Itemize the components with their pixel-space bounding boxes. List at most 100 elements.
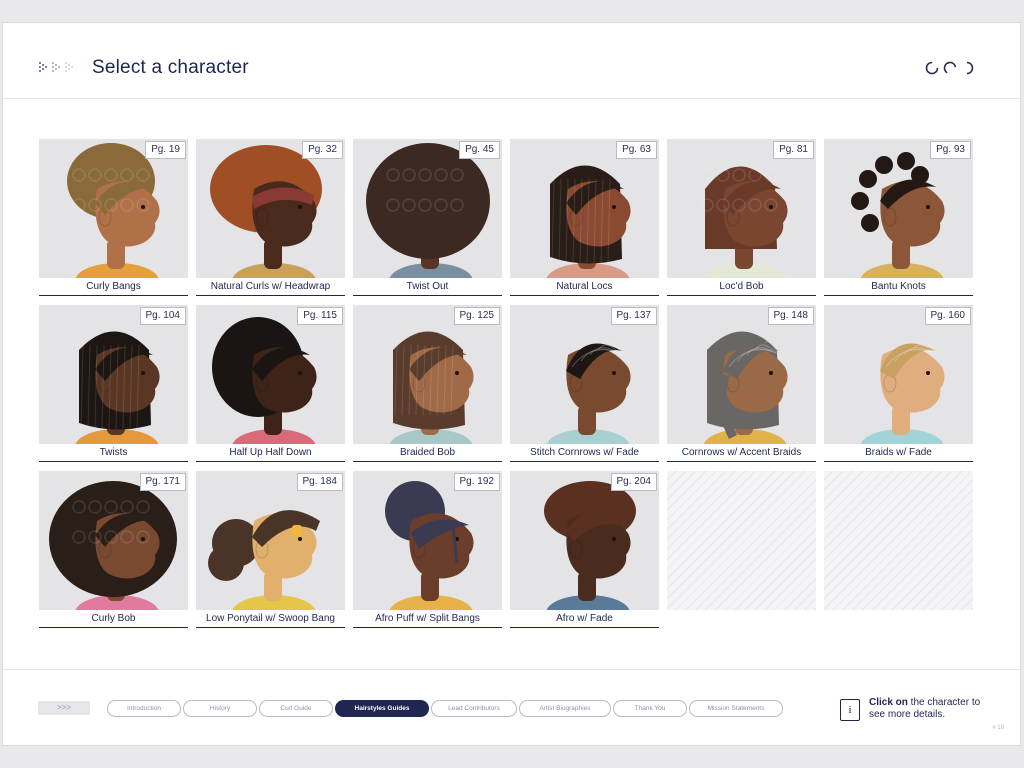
character-label[interactable]: Braided Bob — [353, 445, 502, 462]
character-label[interactable]: Twist Out — [353, 279, 502, 296]
character-image — [860, 341, 945, 444]
footer: >>> Introduction History Curl Guide Hairsty… — [3, 669, 1020, 747]
character-card[interactable]: Pg. 192 Afro Puff w/ Split Bangs — [353, 471, 502, 628]
page-badge: Pg. 45 — [459, 141, 500, 159]
character-card[interactable]: Pg. 32 Natural Curls w/ Headwrap — [196, 139, 345, 296]
character-card[interactable]: Pg. 63 Natural Locs — [510, 139, 659, 296]
loading-icon — [925, 61, 974, 75]
character-image — [49, 481, 177, 610]
character-thumbnail[interactable]: Pg. 160 — [824, 305, 973, 444]
character-image — [208, 510, 320, 610]
page-badge: Pg. 93 — [930, 141, 971, 159]
character-image — [212, 317, 317, 444]
character-thumbnail[interactable]: Pg. 63 — [510, 139, 659, 278]
character-label[interactable]: Bantu Knots — [824, 279, 973, 296]
page-badge: Pg. 192 — [453, 473, 500, 491]
character-card[interactable]: Pg. 171 Curly Bob — [39, 471, 188, 628]
page-title: Select a character — [92, 57, 249, 78]
character-card[interactable]: Pg. 184 Low Ponytail w/ Swoop Bang — [196, 471, 345, 628]
tab-artist-biographies[interactable]: Artist Biographies — [519, 700, 611, 717]
hint-bold: Click on — [869, 697, 908, 708]
character-label[interactable]: Low Ponytail w/ Swoop Bang — [196, 611, 345, 628]
tab-thank-you[interactable]: Thank You — [613, 700, 687, 717]
character-image — [385, 481, 474, 610]
character-image — [67, 143, 160, 278]
character-image — [75, 331, 160, 444]
character-thumbnail[interactable]: Pg. 104 — [39, 305, 188, 444]
character-label[interactable]: Natural Locs — [510, 279, 659, 296]
empty-slot-placeholder — [667, 471, 816, 610]
character-thumbnail[interactable]: Pg. 115 — [196, 305, 345, 444]
character-image — [389, 331, 474, 444]
empty-slot-placeholder — [824, 471, 973, 610]
page-badge: Pg. 125 — [453, 307, 500, 325]
character-label[interactable]: Curly Bob — [39, 611, 188, 628]
character-card[interactable]: Pg. 148 Cornrows w/ Accent Braids — [667, 305, 816, 462]
character-image — [544, 481, 636, 610]
character-label[interactable]: Braids w/ Fade — [824, 445, 973, 462]
character-image — [851, 152, 945, 278]
character-label[interactable]: Afro Puff w/ Split Bangs — [353, 611, 502, 628]
character-thumbnail[interactable]: Pg. 184 — [196, 471, 345, 610]
character-thumbnail[interactable]: Pg. 32 — [196, 139, 345, 278]
empty-slot — [667, 471, 816, 628]
page-badge: Pg. 63 — [616, 141, 657, 159]
character-card[interactable]: Pg. 104 Twists — [39, 305, 188, 462]
character-image — [210, 145, 322, 278]
character-label[interactable]: Natural Curls w/ Headwrap — [196, 279, 345, 296]
character-card[interactable]: Pg. 160 Braids w/ Fade — [824, 305, 973, 462]
character-card[interactable]: Pg. 45 Twist Out — [353, 139, 502, 296]
character-label[interactable]: Curly Bangs — [39, 279, 188, 296]
character-label[interactable]: Stitch Cornrows w/ Fade — [510, 445, 659, 462]
info-icon: i — [840, 699, 860, 721]
character-label[interactable]: Cornrows w/ Accent Braids — [667, 445, 816, 462]
page-badge: Pg. 81 — [773, 141, 814, 159]
character-card[interactable]: Pg. 204 Afro w/ Fade — [510, 471, 659, 628]
character-card[interactable]: Pg. 19 Curly Bangs — [39, 139, 188, 296]
character-thumbnail[interactable]: Pg. 81 — [667, 139, 816, 278]
character-thumbnail[interactable]: Pg. 137 — [510, 305, 659, 444]
character-label[interactable]: Afro w/ Fade — [510, 611, 659, 628]
character-thumbnail[interactable]: Pg. 93 — [824, 139, 973, 278]
tab-introduction[interactable]: Introduction — [107, 700, 181, 717]
character-label[interactable]: Twists — [39, 445, 188, 462]
character-grid: Pg. 19 Curly Bangs Pg. 32 Natural Curls w/ … — [39, 139, 973, 628]
character-card[interactable]: Pg. 125 Braided Bob — [353, 305, 502, 462]
page-badge: Pg. 204 — [610, 473, 657, 491]
header: Select a character — [3, 23, 1020, 99]
page-badge: Pg. 115 — [297, 307, 343, 325]
character-thumbnail[interactable]: Pg. 204 — [510, 471, 659, 610]
character-image — [546, 341, 631, 444]
character-thumbnail[interactable]: Pg. 45 — [353, 139, 502, 278]
tab-hairstyles-guides[interactable]: Hairstyles Guides — [335, 700, 429, 717]
character-thumbnail[interactable]: Pg. 19 — [39, 139, 188, 278]
character-card[interactable]: Pg. 115 Half Up Half Down — [196, 305, 345, 462]
back-button[interactable]: >>> — [38, 701, 90, 715]
empty-slot — [824, 471, 973, 628]
page-badge: Pg. 137 — [610, 307, 657, 325]
page-badge: Pg. 148 — [767, 307, 814, 325]
character-image — [703, 331, 788, 444]
page-badge: Pg. 19 — [145, 141, 186, 159]
page-badge: Pg. 104 — [139, 307, 186, 325]
tab-history[interactable]: History — [183, 700, 257, 717]
character-image — [366, 143, 490, 278]
character-thumbnail[interactable]: Pg. 148 — [667, 305, 816, 444]
character-card[interactable]: Pg. 81 Loc'd Bob — [667, 139, 816, 296]
page-badge: Pg. 184 — [296, 473, 343, 491]
character-thumbnail[interactable]: Pg. 192 — [353, 471, 502, 610]
character-image — [700, 166, 788, 278]
tab-mission-statements[interactable]: Mission Statements — [689, 700, 783, 717]
character-thumbnail[interactable]: Pg. 125 — [353, 305, 502, 444]
page-badge: Pg. 32 — [302, 141, 343, 159]
character-card[interactable]: Pg. 137 Stitch Cornrows w/ Fade — [510, 305, 659, 462]
character-card[interactable]: Pg. 93 Bantu Knots — [824, 139, 973, 296]
character-label[interactable]: Loc'd Bob — [667, 279, 816, 296]
tab-lead-contributors[interactable]: Lead Contributors — [431, 700, 517, 717]
character-label[interactable]: Half Up Half Down — [196, 445, 345, 462]
hint-text: Click on the character to see more detai… — [869, 697, 989, 721]
character-thumbnail[interactable]: Pg. 171 — [39, 471, 188, 610]
tab-curl-guide[interactable]: Curl Guide — [259, 700, 333, 717]
page-badge: Pg. 171 — [139, 473, 186, 491]
logo-icon — [39, 62, 73, 72]
